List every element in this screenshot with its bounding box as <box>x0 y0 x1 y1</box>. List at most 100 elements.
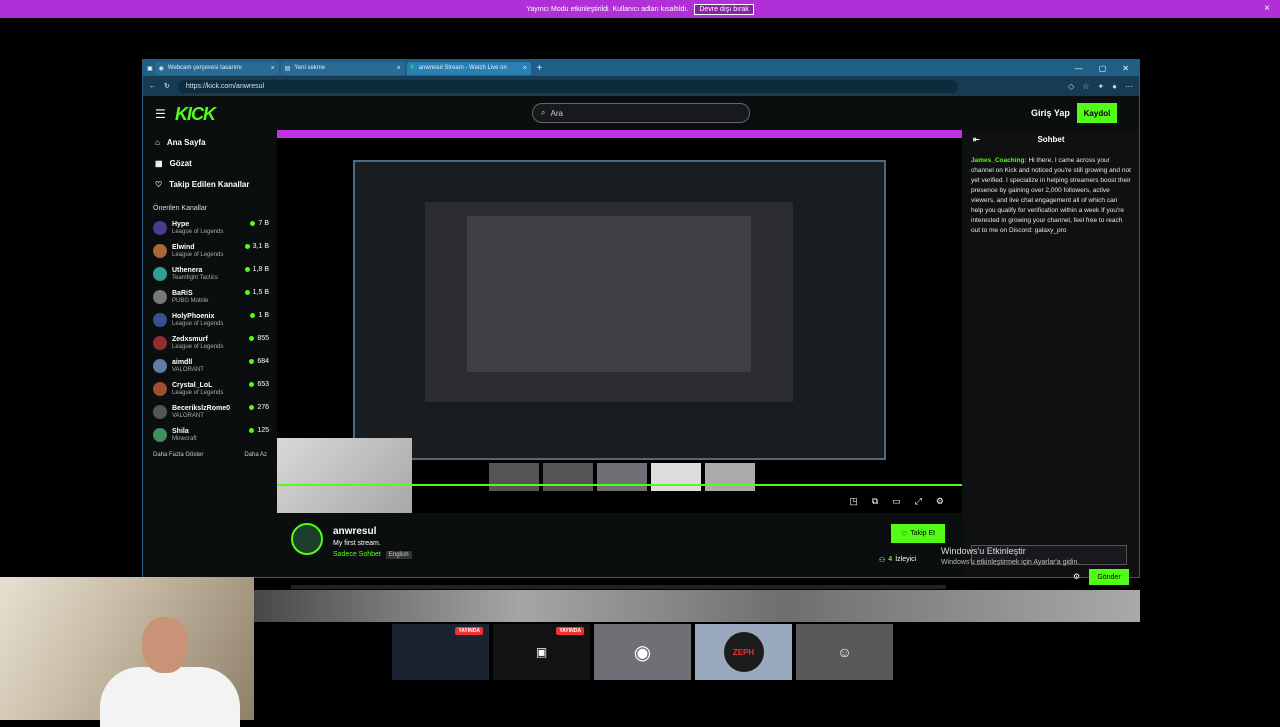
channel-item[interactable]: Uthenera Teamfight Tactics 1,8 B <box>143 262 277 285</box>
channel-avatar <box>153 312 167 327</box>
profile-icon[interactable]: ● <box>1112 82 1117 91</box>
channel-item[interactable]: Zedxsmurf League of Legends 855 <box>143 331 277 354</box>
url-field[interactable]: https://kick.com/anwresul <box>177 79 958 93</box>
thumb-discord[interactable]: ◉ <box>594 624 691 680</box>
channel-game: League of Legends <box>172 343 224 350</box>
channel-item[interactable]: BecerikslzRome0 VALORANT 276 <box>143 400 277 423</box>
language-badge: English <box>385 551 412 559</box>
tab-icon: ▤ <box>284 65 291 72</box>
signup-button[interactable]: Kaydol <box>1077 103 1117 123</box>
read-icon[interactable]: ◇ <box>1068 82 1074 91</box>
channel-game: League of Legends <box>172 320 224 327</box>
favorite-icon[interactable]: ☆ <box>1082 82 1089 91</box>
windows-activate-sub: Windows'u etkinleştirmek için Ayarlar'a … <box>941 559 1080 566</box>
banner-text: Yayıncı Modu etkinleştirildi. Kullanıcı … <box>526 5 689 13</box>
chat-settings-icon[interactable]: ⚙ <box>1073 572 1080 581</box>
live-dot <box>249 336 255 341</box>
close-window-icon[interactable]: ✕ <box>1122 64 1129 73</box>
minimize-icon[interactable]: — <box>1075 64 1083 73</box>
channel-name: Crystal_LoL <box>172 381 213 389</box>
channel-avatar <box>153 358 167 373</box>
tab-actions-icon[interactable]: ▣ <box>147 65 153 72</box>
task-thumbnails: YAYINDA YAYINDA ▣ ◉ ZEPH ☺ <box>392 624 893 680</box>
channel-name: BaRiS <box>172 289 193 297</box>
monitor-icon: ▣ <box>535 645 548 659</box>
channel-name: aimdll <box>172 358 193 366</box>
collapse-icon[interactable]: ⇤ <box>973 135 980 144</box>
channel-name: Uthenera <box>172 266 203 274</box>
thumb-stream-2[interactable]: YAYINDA ▣ <box>493 624 590 680</box>
viewer-count-text: 855 <box>257 335 269 342</box>
channel-item[interactable]: Crystal_LoL League of Legends 653 <box>143 377 277 400</box>
thumb-stream-1[interactable]: YAYINDA <box>392 624 489 680</box>
channel-item[interactable]: aimdll VALORANT 684 <box>143 354 277 377</box>
nav-label: Takip Edilen Kanallar <box>169 180 250 189</box>
clip-icon[interactable]: ⧉ <box>872 496 878 507</box>
login-button[interactable]: Giriş Yap <box>1031 108 1070 118</box>
channel-game: VALORANT <box>172 366 204 373</box>
channel-item[interactable]: Shila Minecraft 125 <box>143 423 277 446</box>
banner-close-icon[interactable]: × <box>1264 3 1270 14</box>
fullscreen-icon[interactable]: ⤢ <box>915 496 922 507</box>
live-dot <box>244 290 250 295</box>
channel-item[interactable]: Elwind League of Legends 3,1 B <box>143 239 277 262</box>
thumb-zeph[interactable]: ZEPH <box>695 624 792 680</box>
channel-avatar <box>153 404 167 419</box>
follow-button[interactable]: ♡ Takip Et <box>891 524 945 543</box>
webcam-overlay <box>0 577 254 727</box>
channel-name[interactable]: anwresul <box>333 526 376 537</box>
tab-new[interactable]: ▤ Yeni sekme × <box>280 61 405 75</box>
send-button[interactable]: Gönder <box>1089 569 1129 585</box>
channel-item[interactable]: BaRiS PUBG Mobile 1,5 B <box>143 285 277 308</box>
hamburger-icon[interactable]: ☰ <box>155 107 166 121</box>
new-tab-icon[interactable]: + <box>537 63 543 74</box>
zeph-logo: ZEPH <box>723 632 764 672</box>
maximize-icon[interactable]: ▢ <box>1099 64 1107 73</box>
extensions-icon[interactable]: ✦ <box>1097 82 1104 91</box>
horizontal-scrollbar[interactable] <box>291 585 946 589</box>
toolbar-icons: ◇ ☆ ✦ ● ⋯ <box>1068 82 1133 91</box>
pip-icon[interactable]: ◳ <box>849 496 858 507</box>
window-controls: — ▢ ✕ <box>1075 64 1139 73</box>
show-more-link[interactable]: Daha Fazla Göster <box>153 452 203 458</box>
nav-label: Gözat <box>169 159 192 168</box>
viewer-count-text: 653 <box>257 381 269 388</box>
home-icon: ⌂ <box>155 138 160 147</box>
channel-viewers: 684 <box>249 358 269 365</box>
avatar[interactable] <box>291 523 323 555</box>
live-dot <box>249 359 255 364</box>
nav-label: Ana Sayfa <box>166 138 206 147</box>
tab-kick[interactable]: Kanwresul Stream - Watch Live on × <box>406 61 531 75</box>
nav-following[interactable]: ♡ Takip Edilen Kanallar <box>143 174 277 195</box>
chat-username[interactable]: James_Coaching: <box>971 157 1027 164</box>
search-input[interactable]: ⌕ Ara <box>532 103 750 123</box>
category-link[interactable]: Sadece Sohbet <box>333 551 381 559</box>
menu-icon[interactable]: ⋯ <box>1125 82 1133 91</box>
thumb-avatar[interactable]: ☺ <box>796 624 893 680</box>
tab-webcam[interactable]: ◉ Webcam çerçevesi tasarımı × <box>154 61 279 75</box>
video-player[interactable]: ◳ ⧉ ▭ ⤢ ⚙ <box>277 130 962 513</box>
channel-avatar <box>153 381 167 396</box>
refresh-icon[interactable]: ↻ <box>164 82 170 90</box>
close-icon[interactable]: × <box>271 65 275 72</box>
nav-browse[interactable]: ▦ Gözat <box>143 153 277 174</box>
channel-viewers: 125 <box>249 427 269 434</box>
close-icon[interactable]: × <box>523 65 527 72</box>
channel-avatar <box>153 335 167 350</box>
back-icon[interactable]: ← <box>149 83 156 90</box>
live-badge: YAYINDA <box>556 627 584 635</box>
channel-item[interactable]: HolyPhoenix League of Legends 1 B <box>143 308 277 331</box>
show-less-link[interactable]: Daha Az <box>244 452 267 458</box>
kick-icon: K <box>410 65 415 71</box>
settings-icon[interactable]: ⚙ <box>936 496 944 507</box>
disable-button[interactable]: Devre dışı bırak <box>694 3 754 15</box>
close-icon[interactable]: × <box>397 65 401 72</box>
theater-icon[interactable]: ▭ <box>892 496 901 507</box>
streamer-mode-banner: Yayıncı Modu etkinleştirildi. Kullanıcı … <box>0 0 1280 18</box>
channel-item[interactable]: Hype League of Legends 7 B <box>143 216 277 239</box>
kick-logo[interactable]: KICK <box>175 104 216 125</box>
nav-home[interactable]: ⌂ Ana Sayfa <box>143 132 277 153</box>
channel-viewers: 1,8 B <box>244 266 269 273</box>
nested-screen-2 <box>425 202 793 402</box>
channel-game: PUBG Mobile <box>172 297 209 304</box>
